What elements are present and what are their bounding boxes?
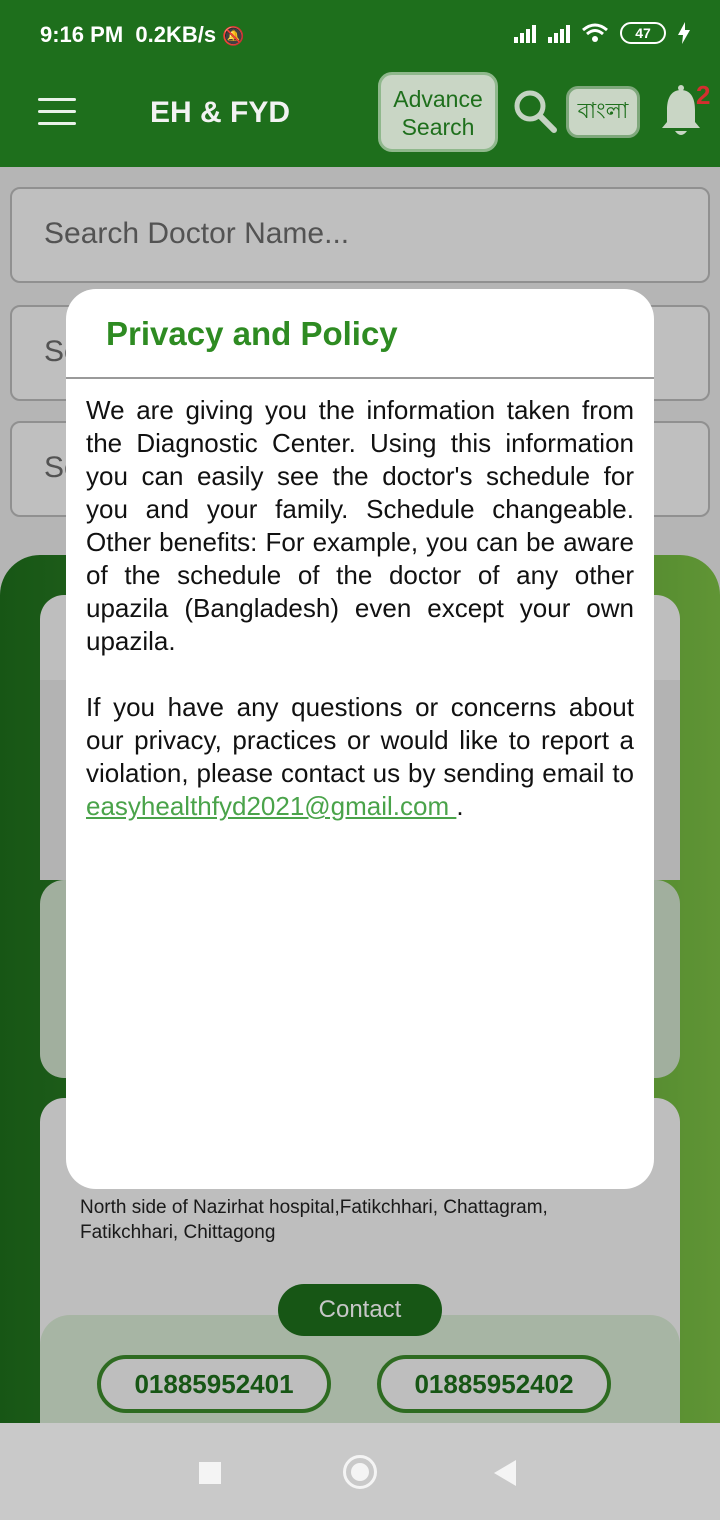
status-time: 9:16 PM 0.2KB/s 🔕 [40, 22, 245, 48]
contact-text: If you have any questions or concerns ab… [86, 692, 634, 788]
status-bar: 9:16 PM 0.2KB/s 🔕 47 [0, 0, 720, 70]
menu-icon[interactable] [38, 98, 76, 128]
advance-search-label-2: Search [401, 114, 475, 140]
clock-text: 9:16 PM [40, 22, 124, 47]
app-title: EH & FYD [150, 96, 291, 129]
mute-icon: 🔕 [222, 26, 245, 46]
divider [66, 377, 654, 379]
privacy-policy-dialog: Privacy and Policy We are giving you the… [66, 289, 654, 1189]
signal-icon [548, 23, 570, 43]
advance-search-button[interactable]: Advance Search [378, 72, 498, 152]
status-icons: 47 [514, 22, 690, 44]
dialog-title: Privacy and Policy [106, 315, 398, 352]
app-bar: EH & FYD Advance Search বাংলা 2 [0, 70, 720, 167]
language-toggle-button[interactable]: বাংলা [566, 86, 640, 138]
net-speed-text: 0.2KB/s [135, 22, 217, 47]
advance-search-label-1: Advance [393, 86, 483, 112]
battery-icon: 47 [620, 22, 666, 44]
charging-icon [678, 22, 690, 44]
nav-back-icon[interactable] [494, 1460, 516, 1486]
search-icon[interactable] [512, 88, 558, 134]
nav-recent-icon[interactable] [199, 1462, 221, 1484]
policy-paragraph: We are giving you the information taken … [86, 395, 634, 656]
dialog-body: We are giving you the information taken … [86, 394, 634, 856]
nav-home-icon[interactable] [343, 1455, 377, 1489]
email-link[interactable]: easyhealthfyd2021@gmail.com [86, 791, 456, 821]
end-punct: . [456, 791, 464, 821]
signal-icon [514, 23, 536, 43]
wifi-icon [582, 23, 608, 42]
notification-badge: 2 [696, 80, 711, 110]
policy-paragraph: If you have any questions or concerns ab… [86, 691, 634, 823]
system-nav-bar [0, 1423, 720, 1520]
